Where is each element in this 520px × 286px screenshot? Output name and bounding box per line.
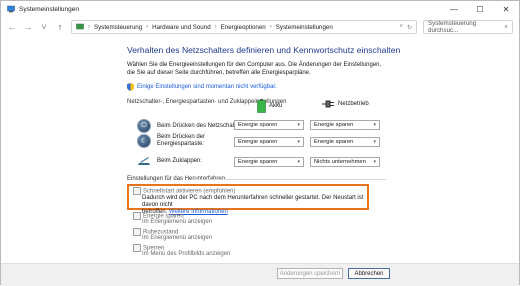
- unavailable-settings-row[interactable]: Einige Einstellungen sind momentan nicht…: [127, 83, 387, 91]
- battery-icon: [257, 99, 266, 113]
- section-divider: [191, 179, 386, 180]
- select-value: Nichts unternehmen: [314, 159, 366, 165]
- power-button-row: ⏻ Beim Drücken des Netzschalters:: [137, 119, 246, 133]
- close-button[interactable]: ✕: [493, 1, 519, 17]
- battery-column-label: Akku: [269, 103, 283, 109]
- shield-icon: [127, 83, 134, 91]
- control-panel-icon: [7, 5, 15, 13]
- breadcrumb-item[interactable]: Systemsteuerung: [94, 24, 142, 31]
- navigation-bar: ← → ˅ ↑ › Systemsteuerung › Hardware und…: [1, 17, 519, 37]
- power-button-icon: ⏻: [137, 119, 151, 133]
- select-value: Energie sparen: [238, 139, 278, 145]
- hibernate-option-sublabel: Im Energiemenü anzeigen: [142, 235, 213, 241]
- chevron-down-icon: ▾: [373, 122, 376, 128]
- sleep-button-battery-select[interactable]: Energie sparen ▾: [234, 137, 304, 147]
- maximize-button[interactable]: ☐: [467, 1, 493, 17]
- unavailable-settings-link[interactable]: Einige Einstellungen sind momentan nicht…: [137, 84, 277, 90]
- up-arrow-icon[interactable]: ↑: [55, 22, 65, 32]
- breadcrumb-separator-icon: ›: [214, 24, 217, 30]
- control-panel-icon: [76, 23, 84, 30]
- breadcrumb-separator-icon: ›: [146, 24, 149, 30]
- hibernate-checkbox[interactable]: [133, 228, 141, 236]
- cancel-button[interactable]: Abbrechen: [348, 268, 390, 279]
- sleep-button-row: ☾ Beim Drücken der Energiespartaste:: [137, 134, 237, 148]
- title-bar: Systemeinstellungen — ☐ ✕: [1, 1, 519, 17]
- minimize-button[interactable]: —: [441, 1, 467, 17]
- power-button-label: Beim Drücken des Netzschalters:: [157, 123, 246, 129]
- breadcrumb-item[interactable]: Systemeinstellungen: [276, 24, 333, 31]
- select-value: Energie sparen: [238, 159, 278, 165]
- sleep-button-icon: ☾: [137, 134, 151, 148]
- fast-startup-label: Schnellstart aktivieren (empfohlen): [143, 188, 236, 195]
- search-icon[interactable]: ⌕: [505, 23, 508, 31]
- sleep-button-ac-select[interactable]: Energie sparen ▾: [310, 137, 380, 147]
- ac-column-header: Netzbetrieb: [321, 99, 369, 109]
- select-value: Energie sparen: [314, 122, 354, 128]
- chevron-down-icon: ▾: [297, 122, 300, 128]
- hibernate-option-sub: Im Energiemenü anzeigen: [142, 235, 212, 241]
- window: Systemeinstellungen — ☐ ✕ ← → ˅ ↑ › Syst…: [0, 0, 520, 286]
- address-bar[interactable]: › Systemsteuerung › Hardware und Sound ›…: [71, 20, 417, 34]
- sleep-button-label: Beim Drücken der Energiespartaste:: [157, 134, 206, 147]
- recent-dropdown-icon[interactable]: ˅: [39, 22, 49, 32]
- lid-close-label: Beim Zuklappen:: [157, 158, 203, 164]
- chevron-down-icon: ▾: [297, 159, 300, 165]
- window-title: Systemeinstellungen: [19, 5, 79, 13]
- sleep-option-sublabel: Im Energiemenü anzeigen: [142, 219, 213, 225]
- lid-close-ac-select[interactable]: Nichts unternehmen ▾: [310, 157, 380, 167]
- chevron-down-icon: ▾: [373, 139, 376, 145]
- search-box[interactable]: Systemsteuerung durchsuc... ⌕: [423, 20, 513, 34]
- save-changes-button[interactable]: Änderungen speichern: [277, 268, 343, 279]
- footer-bar: [1, 263, 519, 286]
- select-value: Energie sparen: [314, 139, 354, 145]
- breadcrumb-separator-icon: ›: [269, 24, 272, 30]
- power-button-battery-select[interactable]: Energie sparen ▾: [234, 120, 304, 130]
- chevron-down-icon[interactable]: ˅: [399, 24, 403, 30]
- forward-arrow-icon[interactable]: →: [23, 22, 33, 32]
- lid-close-battery-select[interactable]: Energie sparen ▾: [234, 157, 304, 167]
- lid-close-row: Beim Zuklappen:: [137, 156, 202, 166]
- laptop-lid-icon: [138, 157, 150, 165]
- fast-startup-option[interactable]: Schnellstart aktivieren (empfohlen): [133, 187, 235, 195]
- power-button-ac-select[interactable]: Energie sparen ▾: [310, 120, 380, 130]
- sleep-option-sub: Im Energiemenü anzeigen: [142, 219, 212, 225]
- lock-option-sublabel: Im Menü des Profilbilds anzeigen: [142, 251, 231, 257]
- lock-checkbox[interactable]: [133, 244, 141, 252]
- page-description: Wählen Sie die Energieeinstellungen für …: [127, 62, 382, 76]
- battery-column-header: Akku: [257, 99, 282, 113]
- refresh-icon[interactable]: ↻: [407, 24, 412, 31]
- fast-startup-checkbox[interactable]: [133, 187, 141, 195]
- breadcrumb-item[interactable]: Hardware und Sound: [152, 24, 210, 31]
- select-value: Energie sparen: [238, 122, 278, 128]
- page-title: Verhalten des Netzschalters definieren u…: [127, 45, 401, 55]
- main-content: Verhalten des Netzschalters definieren u…: [127, 45, 401, 105]
- back-arrow-icon[interactable]: ←: [7, 22, 17, 32]
- breadcrumb-item[interactable]: Energieoptionen: [221, 24, 266, 31]
- lock-option-sub: Im Menü des Profilbilds anzeigen: [142, 251, 230, 257]
- breadcrumb-separator-icon: ›: [88, 24, 90, 30]
- chevron-down-icon: ▾: [373, 159, 376, 165]
- power-plug-icon: [322, 100, 334, 108]
- chevron-down-icon: ▾: [297, 139, 300, 145]
- sleep-checkbox[interactable]: [133, 212, 141, 220]
- search-input[interactable]: Systemsteuerung durchsuc...: [428, 20, 505, 34]
- fast-startup-desc-line1: Dadurch wird der PC nach dem Herunterfah…: [142, 195, 364, 208]
- ac-column-label: Netzbetrieb: [338, 101, 369, 107]
